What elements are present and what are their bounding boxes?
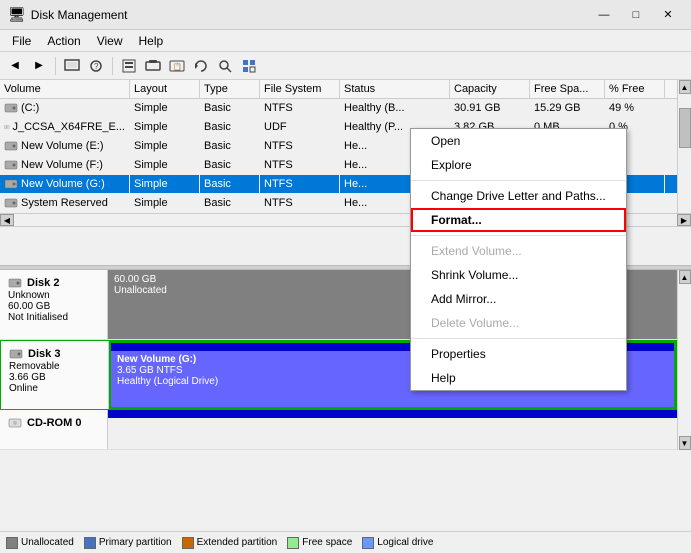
disk-row-cdrom: CD-ROM 0 [0, 410, 677, 450]
legend-primary: Primary partition [84, 537, 172, 549]
title-bar-controls: — □ ✕ [589, 5, 683, 25]
minimize-button[interactable]: — [589, 5, 619, 25]
legend-box-unallocated [6, 537, 18, 549]
row-pctfree: 49 % [605, 99, 665, 117]
ctx-sep-2 [411, 235, 626, 236]
ctx-format[interactable]: Format... [411, 208, 626, 232]
ctx-extend-volume: Extend Volume... [411, 239, 626, 263]
legend-logical: Logical drive [362, 537, 433, 549]
svg-text:📋: 📋 [173, 62, 182, 71]
legend-freespace: Free space [287, 537, 352, 549]
row-volume: J_CCSA_X64FRE_E... [0, 118, 130, 136]
toolbar: ◀ ▶ ? 📋 [0, 52, 691, 80]
legend-extended: Extended partition [182, 537, 278, 549]
ctx-properties[interactable]: Properties [411, 342, 626, 366]
hdd-icon [4, 139, 18, 153]
toolbar-back[interactable]: ◀ [4, 55, 26, 77]
row-fs: NTFS [260, 99, 340, 117]
toolbar-btn5[interactable]: 📋 [166, 55, 188, 77]
col-header-capacity: Capacity [450, 80, 530, 98]
ctx-add-mirror[interactable]: Add Mirror... [411, 287, 626, 311]
toolbar-btn1[interactable] [61, 55, 83, 77]
legend-bar: Unallocated Primary partition Extended p… [0, 531, 691, 553]
hdd-icon [4, 101, 18, 115]
col-header-pctfree: % Free [605, 80, 665, 98]
legend-box-logical [362, 537, 374, 549]
hdd-icon [4, 196, 18, 210]
table-scrollbar-thumb[interactable] [679, 108, 691, 148]
ctx-shrink-volume[interactable]: Shrink Volume... [411, 263, 626, 287]
context-menu: Open Explore Change Drive Letter and Pat… [410, 128, 627, 391]
row-type: Basic [200, 99, 260, 117]
menu-file[interactable]: File [4, 32, 39, 50]
disk-icon [8, 276, 22, 290]
legend-box-extended [182, 537, 194, 549]
row-capacity: 30.91 GB [450, 99, 530, 117]
ctx-delete-volume: Delete Volume... [411, 311, 626, 335]
toolbar-forward[interactable]: ▶ [28, 55, 50, 77]
svg-text:?: ? [94, 62, 99, 71]
col-header-status: Status [340, 80, 450, 98]
menu-bar: File Action View Help [0, 30, 691, 52]
toolbar-btn8[interactable] [238, 55, 260, 77]
toolbar-btn6[interactable] [190, 55, 212, 77]
title-bar-icon: 🖥 [8, 6, 26, 23]
col-header-volume: Volume [0, 80, 130, 98]
toolbar-btn2[interactable]: ? [85, 55, 107, 77]
row-layout: Simple [130, 99, 200, 117]
menu-action[interactable]: Action [39, 32, 88, 50]
disk-vscrollbar[interactable]: ▲ ▼ [677, 270, 691, 450]
ctx-help[interactable]: Help [411, 366, 626, 390]
dvd-icon [4, 120, 10, 134]
legend-unallocated: Unallocated [6, 537, 74, 549]
hdd-icon [4, 158, 18, 172]
disk-label-cdrom: CD-ROM 0 [0, 410, 108, 449]
cdrom-icon [8, 416, 22, 430]
disk-icon [9, 347, 23, 361]
menu-help[interactable]: Help [131, 32, 172, 50]
col-header-freespace: Free Spa... [530, 80, 605, 98]
toolbar-btn3[interactable] [118, 55, 140, 77]
hdd-icon [4, 177, 18, 191]
col-header-fs: File System [260, 80, 340, 98]
disk-label-2: Disk 2 Unknown 60.00 GB Not Initialised [0, 270, 108, 339]
toolbar-btn7[interactable] [214, 55, 236, 77]
maximize-button[interactable]: □ [621, 5, 651, 25]
title-bar-title: Disk Management [31, 8, 589, 22]
ctx-change-drive-letter[interactable]: Change Drive Letter and Paths... [411, 184, 626, 208]
close-button[interactable]: ✕ [653, 5, 683, 25]
row-status: Healthy (B... [340, 99, 450, 117]
disk-label-3: Disk 3 Removable 3.66 GB Online [1, 341, 109, 409]
cdrom-stripe [108, 410, 677, 418]
legend-box-primary [84, 537, 96, 549]
table-row[interactable]: (C:) Simple Basic NTFS Healthy (B... 30.… [0, 99, 677, 118]
table-header: Volume Layout Type File System Status Ca… [0, 80, 677, 99]
table-vscrollbar[interactable]: ▲ [677, 80, 691, 213]
title-bar: 🖥 Disk Management — □ ✕ [0, 0, 691, 30]
legend-box-freespace [287, 537, 299, 549]
row-volume: (C:) [0, 99, 130, 117]
cdrom-partitions [108, 410, 677, 449]
menu-view[interactable]: View [89, 32, 131, 50]
toolbar-btn4[interactable] [142, 55, 164, 77]
ctx-sep-3 [411, 338, 626, 339]
col-header-type: Type [200, 80, 260, 98]
ctx-explore[interactable]: Explore [411, 153, 626, 177]
ctx-sep-1 [411, 180, 626, 181]
row-freespace: 15.29 GB [530, 99, 605, 117]
col-header-layout: Layout [130, 80, 200, 98]
ctx-open[interactable]: Open [411, 129, 626, 153]
